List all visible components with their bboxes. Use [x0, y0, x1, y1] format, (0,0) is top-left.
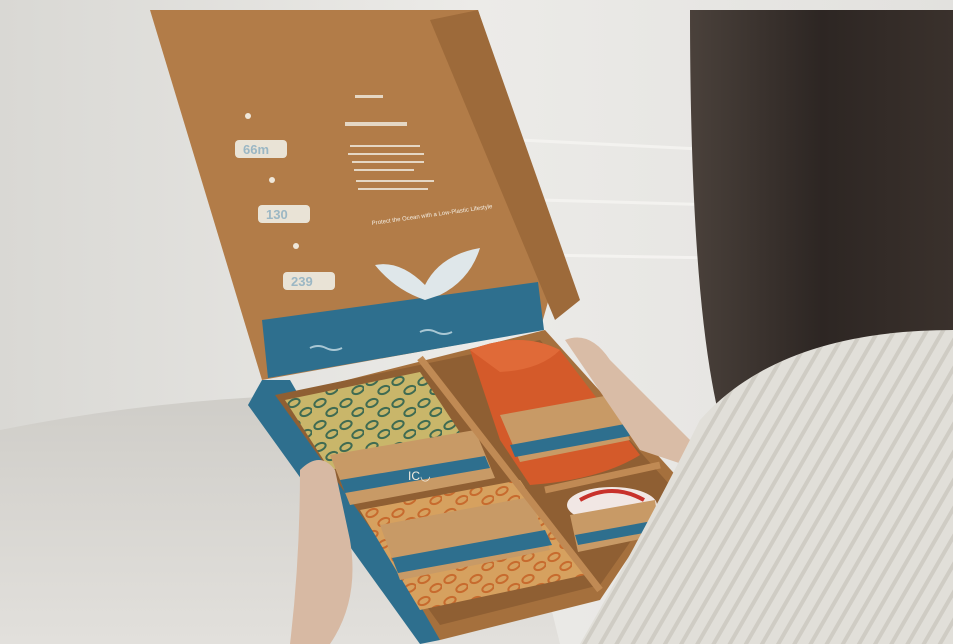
stat-3-value: 239: [291, 274, 313, 289]
stat-2-value: 130: [266, 207, 288, 222]
photo-illustration: 66m 130 239 Protect the Ocean with a Low…: [0, 0, 953, 644]
photo-scene: 66m 130 239 Protect the Ocean with a Low…: [0, 0, 953, 644]
sleeve-logo-1: IC◡: [408, 469, 430, 483]
stat-1-value: 66m: [243, 142, 269, 157]
